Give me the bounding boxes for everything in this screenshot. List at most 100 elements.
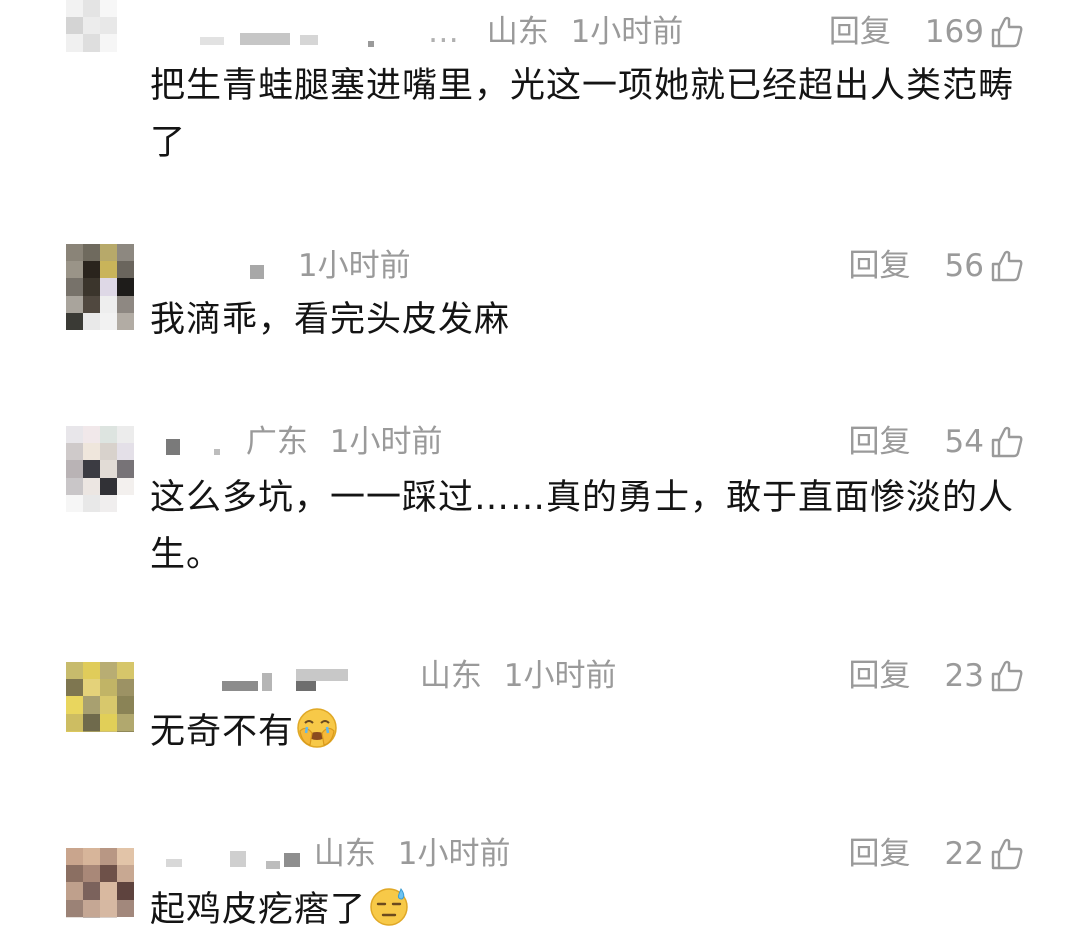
thumbs-up-icon[interactable]: [990, 15, 1024, 49]
comment-item: 山东 1小时前 回复 23 无奇不有: [0, 640, 1080, 820]
avatar-pixel: [100, 312, 117, 330]
avatar-pixel: [117, 68, 134, 70]
timestamp: 1小时前: [329, 424, 443, 460]
avatar-pixel: [117, 312, 134, 330]
avatar-pixel: [117, 278, 134, 296]
avatar-pixel: [66, 0, 83, 18]
location-label: 山东: [313, 836, 376, 872]
avatar-pixel: [83, 426, 100, 444]
avatar[interactable]: [66, 0, 134, 70]
thumbs-up-icon[interactable]: [990, 837, 1024, 871]
avatar-pixel: [83, 730, 100, 732]
reply-button[interactable]: 回复: [849, 244, 911, 288]
avatar-pixel: [117, 730, 134, 732]
comment-meta: 1小时前: [150, 244, 423, 288]
thumbs-up-icon[interactable]: [990, 249, 1024, 283]
like-count: 22: [944, 836, 984, 872]
avatar-pixel: [83, 34, 100, 52]
avatar-pixel: [100, 494, 117, 512]
avatar-pixel: [117, 34, 134, 52]
avatar-pixel: [66, 51, 83, 69]
username-blurred[interactable]: [150, 19, 374, 49]
avatar-pixel: [100, 916, 117, 918]
avatar-pixel: [83, 0, 100, 18]
avatar-pixel: [117, 494, 134, 512]
reply-button[interactable]: 回复: [849, 654, 911, 698]
avatar-pixel: [66, 882, 83, 900]
avatar-pixel: [117, 295, 134, 313]
avatar-pixel: [117, 244, 134, 262]
avatar-pixel: [83, 460, 100, 478]
like-count: 56: [944, 248, 984, 284]
avatar-pixel: [117, 916, 134, 918]
avatar-pixel: [83, 679, 100, 697]
avatar-pixel: [117, 882, 134, 900]
avatar-pixel: [66, 34, 83, 52]
username-blurred[interactable]: [150, 663, 370, 693]
avatar-pixel: [66, 17, 83, 35]
avatar-pixel: [117, 17, 134, 35]
thumbs-up-icon[interactable]: [990, 659, 1024, 693]
avatar-pixel: [100, 34, 117, 52]
avatar-pixel: [83, 244, 100, 262]
avatar[interactable]: [66, 244, 134, 330]
avatar-pixel: [100, 278, 117, 296]
comment-text-content: 起鸡皮疙瘩了: [150, 890, 367, 930]
comment-text-content: 无奇不有: [150, 712, 295, 752]
avatar-pixel: [100, 662, 117, 680]
avatar-pixel: [100, 899, 117, 917]
like-count: 169: [924, 14, 984, 50]
avatar-pixel: [83, 662, 100, 680]
comment-text: 无奇不有: [150, 704, 1030, 761]
avatar-pixel: [66, 312, 83, 330]
thumbs-up-icon[interactable]: [990, 425, 1024, 459]
location-label: 山东: [419, 658, 482, 694]
avatar-pixel: [100, 68, 117, 70]
avatar-pixel: [100, 696, 117, 714]
avatar-pixel: [83, 882, 100, 900]
avatar-pixel: [83, 899, 100, 917]
avatar-pixel: [83, 443, 100, 461]
reply-button[interactable]: 回复: [849, 832, 911, 876]
timestamp: 1小时前: [570, 14, 684, 50]
avatar-pixel: [66, 443, 83, 461]
avatar[interactable]: [66, 662, 134, 732]
reply-button[interactable]: 回复: [829, 10, 891, 54]
avatar-pixel: [83, 696, 100, 714]
avatar-pixel: [117, 261, 134, 279]
avatar[interactable]: [66, 848, 134, 918]
username-blurred[interactable]: [150, 429, 230, 459]
avatar-pixel: [100, 460, 117, 478]
avatar-pixel: [83, 477, 100, 495]
like-count: 23: [944, 658, 984, 694]
avatar-pixel: [83, 494, 100, 512]
avatar-pixel: [117, 696, 134, 714]
avatar-pixel: [66, 68, 83, 70]
reply-button[interactable]: 回复: [849, 420, 911, 464]
avatar-pixel: [100, 295, 117, 313]
username-blurred[interactable]: [150, 841, 300, 871]
avatar-pixel: [83, 713, 100, 731]
avatar-pixel: [117, 0, 134, 18]
comment-meta: 广东 1小时前: [150, 420, 454, 464]
comment-text: 起鸡皮疙瘩了: [150, 882, 1030, 939]
avatar-pixel: [117, 460, 134, 478]
comment-text: 我滴乖，看完头皮发麻: [150, 300, 511, 340]
avatar-pixel: [117, 477, 134, 495]
comment-actions: 回复 169: [829, 10, 1024, 54]
avatar[interactable]: [66, 426, 134, 512]
avatar-pixel: [117, 51, 134, 69]
avatar-pixel: [83, 278, 100, 296]
like-count: 54: [944, 424, 984, 460]
avatar-pixel: [83, 51, 100, 69]
avatar-pixel: [100, 865, 117, 883]
avatar-pixel: [117, 426, 134, 444]
avatar-pixel: [66, 916, 83, 918]
avatar-pixel: [100, 848, 117, 866]
avatar-pixel: [66, 244, 83, 262]
avatar-pixel: [100, 477, 117, 495]
avatar-pixel: [66, 261, 83, 279]
avatar-pixel: [117, 899, 134, 917]
avatar-pixel: [117, 679, 134, 697]
username-blurred[interactable]: [150, 253, 270, 283]
